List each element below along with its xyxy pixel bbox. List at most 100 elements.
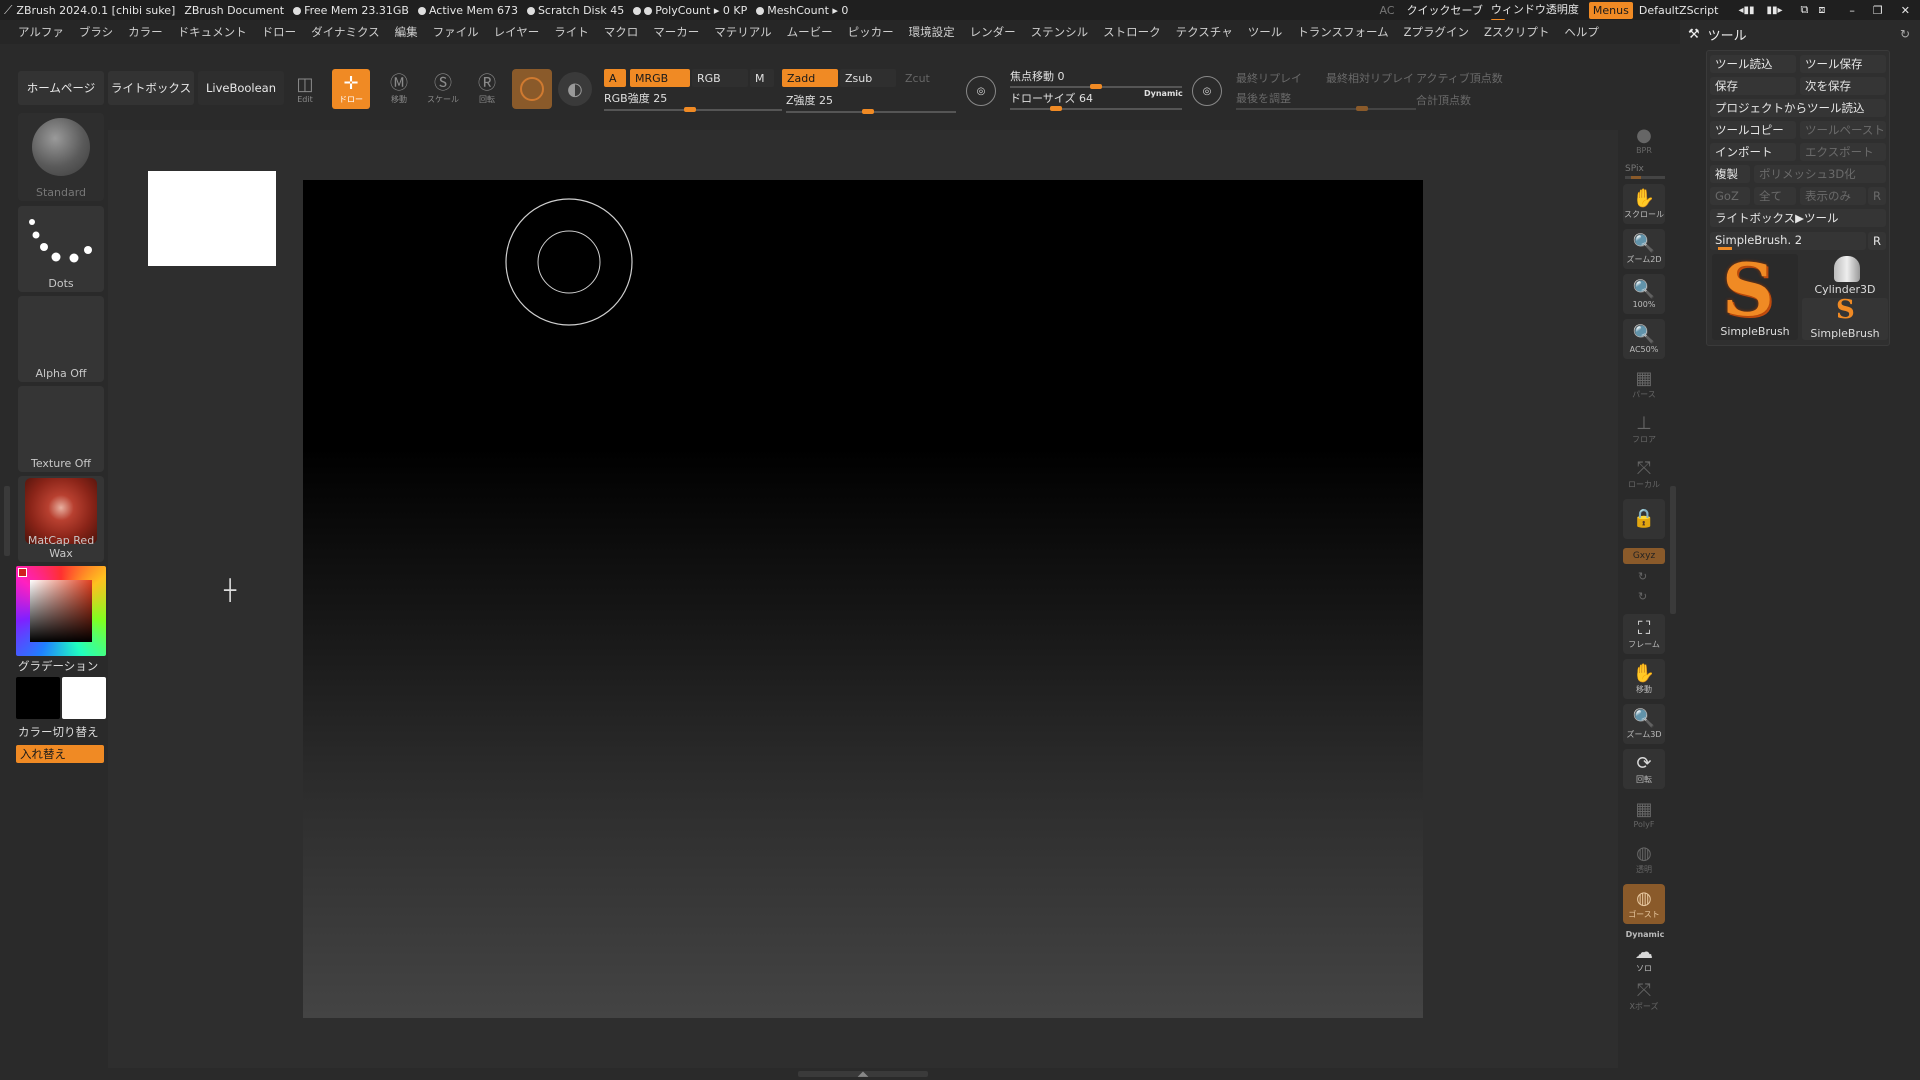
zsub-toggle[interactable]: Zsub xyxy=(840,69,896,87)
solo-button[interactable]: ☁ ソロ xyxy=(1623,938,1665,978)
window-transparency-slider[interactable]: ウィンドウ透明度 xyxy=(1490,1,1579,22)
rgb-toggle[interactable]: RGB xyxy=(692,69,748,87)
tool-thumb-simplebrush-large[interactable]: S SimpleBrush xyxy=(1712,254,1798,340)
export-button[interactable]: エクスポート xyxy=(1800,143,1886,161)
layout-save-icon[interactable]: ⧈ xyxy=(1818,3,1825,17)
frame-button[interactable]: ⛶ フレーム xyxy=(1623,614,1665,654)
xyz-symmetry-button[interactable]: Gxyz xyxy=(1623,548,1665,564)
layout-next-icon[interactable]: ▮▮▸ xyxy=(1767,5,1783,16)
menu-item[interactable]: ヘルプ xyxy=(1564,24,1599,40)
a-toggle[interactable]: A xyxy=(604,69,626,87)
load-from-project-button[interactable]: プロジェクトからツール読込 xyxy=(1710,99,1886,117)
color-square[interactable] xyxy=(30,580,92,642)
restore-icon[interactable]: ❐ xyxy=(1873,4,1883,17)
actual-size-button[interactable]: 🔍 100% xyxy=(1623,274,1665,314)
menu-item[interactable]: ライト xyxy=(554,24,589,40)
menu-item[interactable]: ファイル xyxy=(433,24,479,40)
stroke-picker[interactable]: Dots xyxy=(18,206,104,292)
paste-tool-button[interactable]: ツールペースト xyxy=(1800,121,1886,139)
dynamic-toggle[interactable]: Dynamic xyxy=(1144,89,1183,98)
goz-all-button[interactable]: 全て xyxy=(1754,187,1796,205)
adjust-last-slider[interactable]: 最後を調整 xyxy=(1236,90,1416,111)
menu-item[interactable]: 環境設定 xyxy=(909,24,955,40)
tool-thumb-cylinder3d[interactable]: Cylinder3D xyxy=(1802,254,1888,296)
save-as-button[interactable]: 次を保存 xyxy=(1800,77,1886,95)
edit-mode-button[interactable]: ◫ Edit xyxy=(286,69,324,109)
floor-button[interactable]: ⊥ フロア xyxy=(1623,409,1665,449)
spix-slider[interactable]: SPix xyxy=(1625,164,1665,179)
make-polymesh-button[interactable]: ポリメッシュ3D化 xyxy=(1754,165,1886,183)
scroll-button[interactable]: ✋ スクロール xyxy=(1623,184,1665,224)
quicksave-button[interactable]: クイックセーブ xyxy=(1407,2,1483,18)
navigation-thumbnail[interactable] xyxy=(148,171,276,266)
texture-sphere-button[interactable]: ◐ xyxy=(558,72,592,106)
default-zscript-button[interactable]: DefaultZScript xyxy=(1639,4,1719,17)
move-mode-button[interactable]: Ⓜ 移動 xyxy=(380,69,418,109)
menu-item[interactable]: レイヤー xyxy=(494,24,540,40)
texture-picker[interactable]: Texture Off xyxy=(18,386,104,472)
bottom-splitter-handle[interactable]: ◢◣ xyxy=(798,1071,928,1078)
local-button[interactable]: ⤧ ローカル xyxy=(1623,454,1665,494)
stroke-mode-s-button[interactable]: ◎ xyxy=(966,76,996,106)
save-tool-button[interactable]: ツール保存 xyxy=(1800,55,1886,73)
gradient-label[interactable]: グラデーション xyxy=(18,658,104,674)
menu-item[interactable]: ドロー xyxy=(262,24,297,40)
goz-r-button[interactable]: R xyxy=(1868,187,1886,205)
menu-item[interactable]: ストローク xyxy=(1103,24,1161,40)
menu-item[interactable]: テクスチャ xyxy=(1176,24,1233,40)
ghost-button[interactable]: ◍ ゴースト xyxy=(1623,884,1665,924)
lightbox-tool-button[interactable]: ライトボックス▶ツール xyxy=(1710,209,1886,227)
material-sphere-button[interactable] xyxy=(512,69,552,109)
menus-toggle[interactable]: Menus xyxy=(1588,1,1633,19)
menu-item[interactable]: アルファ xyxy=(18,24,64,40)
xpose-button[interactable]: ⤧ Xポーズ xyxy=(1623,976,1665,1016)
zoom3d-button[interactable]: 🔍 ズーム3D xyxy=(1623,704,1665,744)
menu-item[interactable]: マーカー xyxy=(653,24,699,40)
layout-swap-icon[interactable]: ⧉ xyxy=(1801,3,1809,17)
home-page-button[interactable]: ホームページ xyxy=(18,71,104,105)
perspective-button[interactable]: ▦ パース xyxy=(1623,364,1665,404)
menu-item[interactable]: ツール xyxy=(1248,24,1283,40)
import-button[interactable]: インポート xyxy=(1710,143,1796,161)
panel-cycle-icon[interactable]: ↻ xyxy=(1900,27,1910,41)
switch-color-label[interactable]: カラー切り替え xyxy=(18,724,104,740)
zadd-toggle[interactable]: Zadd xyxy=(782,69,838,87)
menu-item[interactable]: ブラシ xyxy=(79,24,113,40)
primary-color-swatch[interactable] xyxy=(16,677,60,719)
liveboolean-button[interactable]: LiveBoolean xyxy=(198,71,284,105)
menu-item[interactable]: Zプラグイン xyxy=(1404,24,1469,40)
menu-item[interactable]: ピッカー xyxy=(848,24,894,40)
alpha-picker[interactable]: Alpha Off xyxy=(18,296,104,382)
ac-label[interactable]: AC xyxy=(1380,4,1395,17)
menu-item[interactable]: ステンシル xyxy=(1031,24,1089,40)
transparency-button[interactable]: ◍ 透明 xyxy=(1623,839,1665,879)
material-picker[interactable]: MatCap Red Wax xyxy=(18,476,104,562)
antialiased-half-button[interactable]: 🔍 AC50% xyxy=(1623,319,1665,359)
mrgb-toggle[interactable]: MRGB xyxy=(630,69,690,87)
tool-thumb-simplebrush-small[interactable]: S SimpleBrush xyxy=(1802,296,1888,340)
menu-item[interactable]: ムービー xyxy=(787,24,833,40)
goz-button[interactable]: GoZ xyxy=(1710,187,1750,205)
zcut-toggle[interactable]: Zcut xyxy=(900,69,956,87)
menu-item[interactable]: Zスクリプト xyxy=(1484,24,1549,40)
rotate-mode-button[interactable]: Ⓡ 回転 xyxy=(468,69,506,109)
brush-picker[interactable]: Standard xyxy=(18,113,104,201)
rotate-z-icon[interactable]: ↻ xyxy=(1638,590,1647,603)
menu-item[interactable]: トランスフォーム xyxy=(1297,24,1388,40)
move-view-button[interactable]: ✋ 移動 xyxy=(1623,659,1665,699)
clone-button[interactable]: 複製 xyxy=(1710,165,1750,183)
document-canvas[interactable] xyxy=(303,180,1423,1018)
last-replay-button[interactable]: 最終リプレイ xyxy=(1236,70,1302,86)
draw-mode-button[interactable]: ✛ ドロー xyxy=(332,69,370,109)
right-collapse-handle[interactable] xyxy=(1670,486,1676,614)
rotate-view-button[interactable]: ⟳ 回転 xyxy=(1623,749,1665,789)
rotate-y-icon[interactable]: ↻ xyxy=(1638,570,1647,583)
menu-item[interactable]: カラー xyxy=(128,24,163,40)
load-tool-button[interactable]: ツール読込 xyxy=(1710,55,1796,73)
menu-item[interactable]: 編集 xyxy=(395,24,418,40)
copy-tool-button[interactable]: ツールコピー xyxy=(1710,121,1796,139)
goz-visible-button[interactable]: 表示のみ xyxy=(1800,187,1866,205)
menu-item[interactable]: ドキュメント xyxy=(178,24,247,40)
m-toggle[interactable]: M xyxy=(750,69,774,87)
polyframe-button[interactable]: ▦ PolyF xyxy=(1623,794,1665,834)
